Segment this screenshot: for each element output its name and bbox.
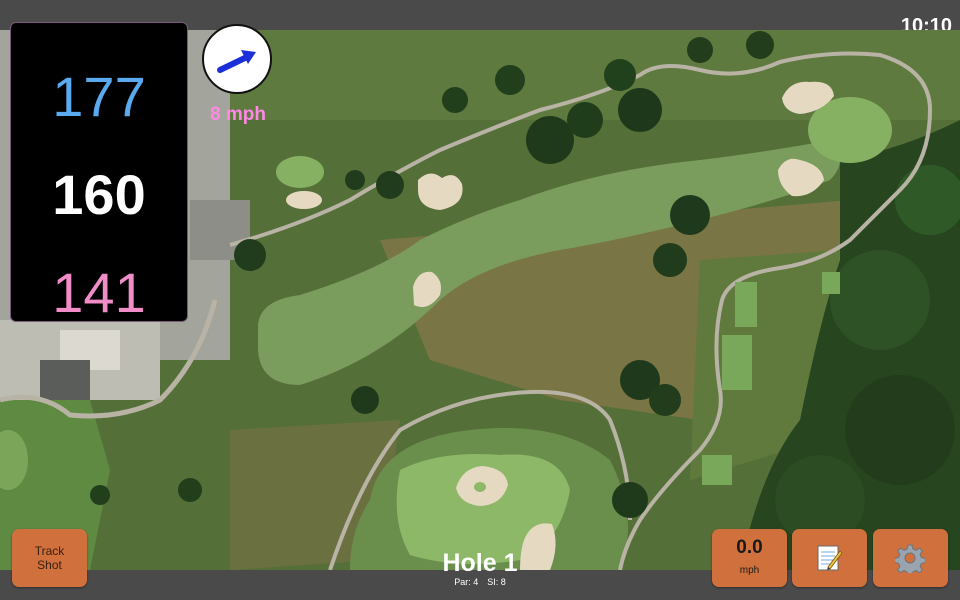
hole-info: Par: 4 SI: 8 [420, 576, 540, 588]
distance-front: 141 [52, 261, 146, 324]
hole-title: Hole 1 [442, 549, 518, 577]
speed-value: 0.0 [736, 537, 763, 558]
track-shot-label: Track Shot [34, 544, 65, 572]
wind-speed-label: 8 mph [210, 104, 266, 125]
notes-button[interactable] [792, 529, 867, 587]
distance-back: 177 [52, 65, 146, 128]
distance-panel[interactable]: 177 160 141 [10, 22, 188, 324]
speed-unit: mph [739, 565, 760, 576]
notepad-icon [814, 543, 844, 573]
track-shot-button[interactable]: Track Shot [12, 529, 87, 587]
wind-indicator[interactable] [202, 24, 272, 94]
speed-button[interactable]: 0.0 mph [712, 529, 787, 587]
hole-stroke-index: SI: 8 [487, 577, 506, 587]
distance-center: 160 [52, 163, 146, 226]
hole-par: Par: 4 [454, 577, 479, 587]
wind-direction-arrow-icon [217, 50, 256, 73]
settings-button[interactable] [873, 529, 948, 587]
gear-icon [894, 543, 926, 577]
